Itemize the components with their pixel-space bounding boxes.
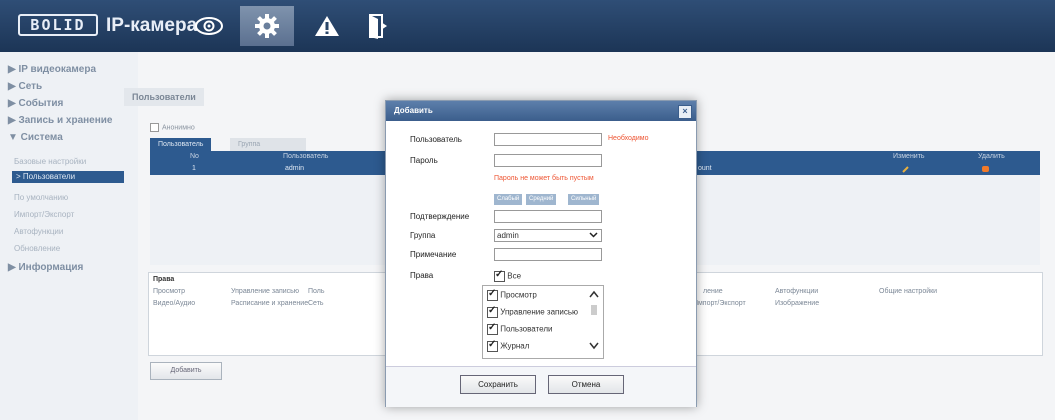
cell-name-fragment: ount: [698, 165, 712, 172]
eye-icon: [195, 17, 223, 35]
rights-item: Автофункции: [775, 288, 819, 295]
nav-settings-button[interactable]: [240, 6, 294, 46]
sidebar-subitem-autofunctions[interactable]: Автофункции: [14, 227, 63, 236]
dialog-footer: [386, 366, 696, 407]
cell-user: admin: [285, 165, 305, 172]
all-rights-checkbox-box[interactable]: [494, 269, 505, 282]
anonymous-label: Анонимно: [162, 124, 195, 132]
nav-live-view-button[interactable]: [182, 6, 236, 46]
strength-weak: Слабый: [494, 194, 523, 205]
col-user: Пользователь: [283, 153, 329, 160]
strength-strong: Сильный: [568, 194, 600, 205]
rights-item: Поль: [308, 288, 325, 295]
strength-medium: Средний: [526, 194, 557, 205]
tab-user[interactable]: Пользователь: [150, 138, 212, 151]
top-bar: BOLID IP-камера: [0, 0, 1055, 52]
gear-icon: [255, 14, 279, 38]
note-input[interactable]: [494, 248, 602, 261]
add-user-dialog: Добавить × Пользователь Необходимо Парол…: [385, 100, 697, 407]
rights-item: ление: [703, 288, 723, 295]
sidebar-item-storage[interactable]: ▶ Запись и хранение: [8, 115, 112, 126]
label-password: Пароль: [410, 156, 438, 165]
sidebar-subitem-update[interactable]: Обновление: [14, 244, 60, 253]
permission-label: Пользователи: [500, 324, 553, 334]
rights-item: Сеть: [308, 300, 324, 307]
col-edit: Изменить: [893, 153, 925, 160]
sidebar-subitem-default[interactable]: По умолчанию: [14, 193, 68, 202]
password-error: Пароль не может быть пустым: [494, 175, 594, 182]
confirm-password-input[interactable]: [494, 210, 602, 223]
cancel-button[interactable]: Отмена: [548, 375, 624, 394]
sidebar-item-info[interactable]: ▶ Информация: [8, 262, 83, 273]
group-select-value: admin: [497, 231, 519, 240]
all-rights-label: Все: [507, 271, 522, 281]
permission-label: Управление записью: [500, 307, 579, 317]
label-confirm: Подтверждение: [410, 212, 470, 221]
delete-icon[interactable]: [982, 166, 989, 172]
brand-logo: BOLID: [18, 14, 98, 36]
sidebar-subitem-users[interactable]: > Пользователи: [12, 171, 124, 183]
user-input[interactable]: [494, 133, 602, 146]
warning-icon: [315, 16, 339, 36]
permissions-scrollbar[interactable]: [588, 287, 600, 355]
rights-item: Видео/Аудио: [153, 300, 196, 307]
add-user-button[interactable]: Добавить: [150, 362, 222, 380]
close-icon[interactable]: ×: [678, 105, 692, 119]
sidebar-subitem-basic[interactable]: Базовые настройки: [14, 157, 86, 166]
label-rights: Права: [410, 271, 434, 280]
all-rights-checkbox[interactable]: Все: [494, 269, 522, 282]
permissions-list[interactable]: Просмотр Управление записью Пользователи…: [482, 285, 604, 359]
permission-checkbox[interactable]: [487, 288, 498, 301]
rights-item: /Импорт/Экспорт: [691, 300, 746, 307]
rights-item: Изображение: [775, 300, 820, 307]
rights-item: Просмотр: [153, 288, 185, 295]
password-input[interactable]: [494, 154, 602, 167]
list-item[interactable]: Просмотр: [487, 288, 537, 301]
save-button[interactable]: Сохранить: [460, 375, 536, 394]
label-user: Пользователь: [410, 135, 462, 144]
sidebar-item-events[interactable]: ▶ События: [8, 98, 63, 109]
tab-group[interactable]: Группа: [230, 138, 306, 151]
sidebar-item-network[interactable]: ▶ Сеть: [8, 81, 42, 92]
breadcrumb: Пользователи: [124, 88, 204, 106]
edit-icon[interactable]: [902, 166, 909, 173]
rights-item: Общие настройки: [879, 288, 938, 295]
required-hint: Необходимо: [608, 135, 649, 142]
chevron-down-icon: [589, 230, 598, 242]
permission-checkbox[interactable]: [487, 339, 498, 352]
list-item[interactable]: Пользователи: [487, 322, 553, 335]
rights-item: Расписание и хранение: [231, 300, 309, 307]
permission-checkbox[interactable]: [487, 322, 498, 335]
rights-item: Управление записью: [231, 288, 300, 295]
exit-icon: [369, 14, 387, 39]
sidebar-subitem-import-export[interactable]: Импорт/Экспорт: [14, 210, 74, 219]
list-item[interactable]: Управление записью: [487, 305, 579, 318]
rights-title: Права: [153, 276, 175, 283]
col-no: No: [190, 153, 199, 160]
anonymous-checkbox[interactable]: Анонимно: [150, 123, 195, 132]
permission-label: Просмотр: [500, 290, 537, 300]
nav-alarm-button[interactable]: [300, 6, 354, 46]
col-delete: Удалить: [978, 153, 1005, 160]
anonymous-checkbox-box[interactable]: [150, 123, 159, 132]
label-note: Примечание: [410, 250, 457, 259]
sidebar-item-system[interactable]: ▼ Система: [8, 132, 63, 143]
dialog-title: Добавить: [386, 101, 696, 121]
permission-label: Журнал: [500, 341, 530, 351]
permission-checkbox[interactable]: [487, 305, 498, 318]
group-select[interactable]: admin: [494, 229, 602, 242]
label-group: Группа: [410, 231, 436, 240]
nav-logout-button[interactable]: [352, 6, 406, 46]
sidebar-item-ip-camera[interactable]: ▶ IP видеокамера: [8, 64, 96, 75]
list-item[interactable]: Журнал: [487, 339, 530, 352]
cell-no: 1: [192, 165, 196, 172]
